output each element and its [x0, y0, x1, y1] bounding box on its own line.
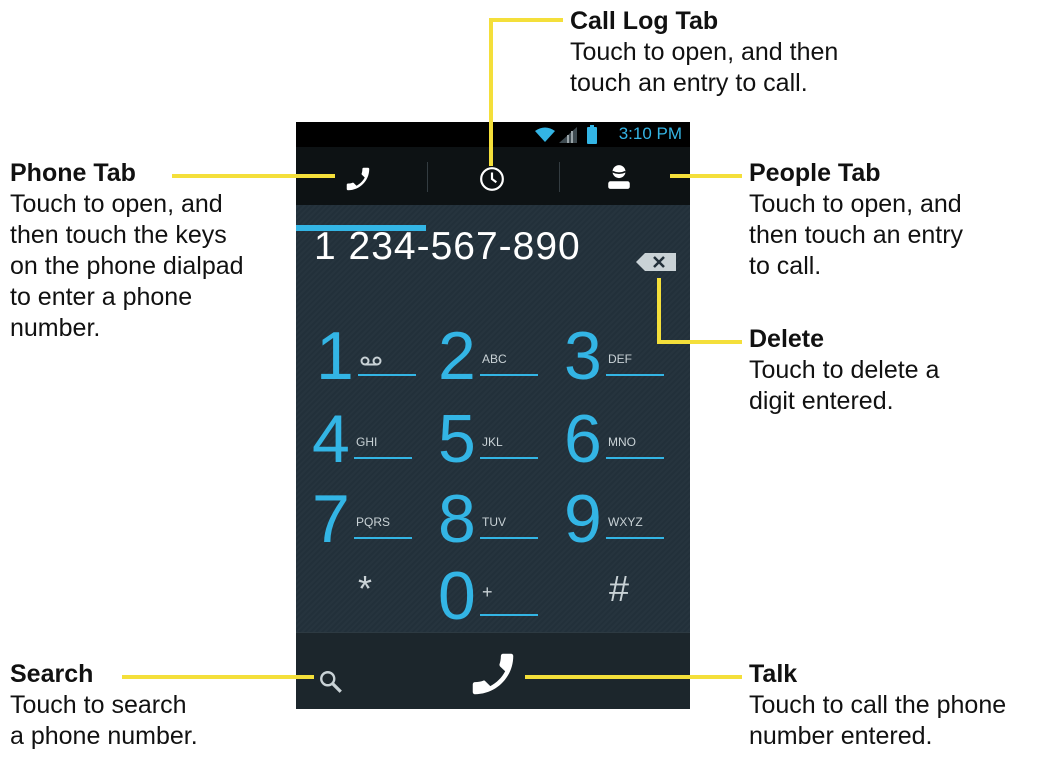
- callout-text: Touch to open, and: [10, 190, 223, 218]
- callout-text: number.: [10, 314, 101, 342]
- callout-people-tab: People Tab Touch to open, and then touch…: [749, 158, 963, 282]
- callout-title: Talk: [749, 660, 798, 688]
- callout-talk: Talk Touch to call the phone number ente…: [749, 659, 1006, 752]
- callout-line: [489, 18, 493, 166]
- key-letters: +: [482, 582, 493, 602]
- dialpad-key-0[interactable]: 0 +: [438, 562, 558, 642]
- callout-text: Touch to open, and then: [570, 38, 839, 66]
- callout-line: [172, 174, 335, 178]
- callout-title: Delete: [749, 325, 825, 353]
- callout-text: then touch the keys: [10, 221, 227, 249]
- dialpad-key-8[interactable]: 8 TUV: [438, 485, 558, 565]
- key-digit: 5: [438, 401, 476, 477]
- key-digit: 4: [312, 401, 350, 477]
- callout-phone-tab: Phone Tab Touch to open, and then touch …: [10, 158, 244, 344]
- key-digit: 3: [564, 318, 602, 394]
- callout-delete: Delete Touch to delete a digit entered.: [749, 324, 939, 417]
- key-underline: [606, 457, 664, 459]
- key-digit: 0: [438, 558, 476, 634]
- dialpad-key-3[interactable]: 3 DEF: [564, 322, 684, 402]
- callout-text: then touch an entry: [749, 221, 964, 249]
- dialpad-key-6[interactable]: 6 MNO: [564, 405, 684, 485]
- key-digit: 8: [438, 481, 476, 557]
- callout-call-log: Call Log Tab Touch to open, and then tou…: [570, 6, 838, 99]
- dialpad-key-1[interactable]: 1: [316, 322, 436, 402]
- callout-text: touch an entry to call.: [570, 69, 808, 97]
- key-underline: [354, 537, 412, 539]
- key-underline: [480, 537, 538, 539]
- dialpad-key-9[interactable]: 9 WXYZ: [564, 485, 684, 565]
- key-letters: GHI: [356, 435, 378, 449]
- tab-bar: [296, 147, 690, 231]
- key-underline: [358, 374, 416, 376]
- dialpad-key-5[interactable]: 5 JKL: [438, 405, 558, 485]
- dialpad-key-star[interactable]: *: [358, 568, 372, 610]
- callout-text: Touch to search: [10, 691, 187, 719]
- callout-line: [670, 174, 742, 178]
- voicemail-icon: [360, 356, 382, 366]
- key-underline: [480, 614, 538, 616]
- key-digit: 2: [438, 318, 476, 394]
- callout-text: Touch to open, and: [749, 190, 962, 218]
- callout-line: [525, 675, 742, 679]
- backspace-icon[interactable]: [636, 253, 676, 271]
- key-letters: MNO: [608, 435, 636, 449]
- search-icon[interactable]: [318, 669, 344, 695]
- key-digit: 6: [564, 401, 602, 477]
- callout-text: digit entered.: [749, 387, 894, 415]
- person-icon: [608, 165, 630, 189]
- status-time: 3:10 PM: [618, 124, 682, 143]
- wifi-icon: [535, 127, 555, 142]
- signal-icon: [559, 127, 577, 143]
- phone-screen: 3:10 PM 1 234-567-890 1 2 ABC 3 DEF 4 GH…: [296, 122, 690, 709]
- tab-call-log[interactable]: [428, 147, 558, 205]
- callout-text: number entered.: [749, 722, 933, 750]
- dialpad-key-hash[interactable]: #: [609, 568, 629, 610]
- callout-title: Call Log Tab: [570, 7, 719, 35]
- callout-line: [489, 18, 563, 22]
- callout-text: Touch to call the phone: [749, 691, 1007, 719]
- phone-icon: [346, 167, 370, 191]
- key-underline: [480, 457, 538, 459]
- dialed-number: 1 234-567-890: [314, 225, 581, 268]
- key-letters: WXYZ: [608, 515, 643, 529]
- callout-text: a phone number.: [10, 722, 198, 750]
- key-letters: ABC: [482, 352, 507, 366]
- key-underline: [480, 374, 538, 376]
- key-digit: 1: [316, 318, 354, 394]
- key-underline: [354, 457, 412, 459]
- key-letters: DEF: [608, 352, 632, 366]
- key-underline: [606, 374, 664, 376]
- key-letters: PQRS: [356, 515, 391, 529]
- key-digit: 7: [312, 481, 350, 557]
- key-digit: 9: [564, 481, 602, 557]
- phone-icon[interactable]: [466, 647, 520, 701]
- callout-search: Search Touch to search a phone number.: [10, 659, 198, 752]
- callout-text: Touch to delete a: [749, 356, 940, 384]
- callout-title: People Tab: [749, 159, 881, 187]
- bottom-action-bar: [296, 632, 690, 709]
- key-underline: [606, 537, 664, 539]
- callout-line: [122, 675, 314, 679]
- key-letters: JKL: [482, 435, 503, 449]
- callout-text: to call.: [749, 252, 822, 280]
- callout-text: to enter a phone: [10, 283, 193, 311]
- clock-icon: [480, 167, 504, 191]
- battery-icon: [587, 125, 597, 144]
- callout-text: on the phone dialpad: [10, 252, 244, 280]
- status-bar: 3:10 PM: [296, 122, 690, 147]
- dialpad-key-2[interactable]: 2 ABC: [438, 322, 558, 402]
- callout-line: [657, 278, 661, 344]
- dialpad-key-4[interactable]: 4 GHI: [312, 405, 432, 485]
- dialpad-key-7[interactable]: 7 PQRS: [312, 485, 432, 565]
- callout-line: [657, 340, 742, 344]
- key-letters: TUV: [482, 515, 506, 529]
